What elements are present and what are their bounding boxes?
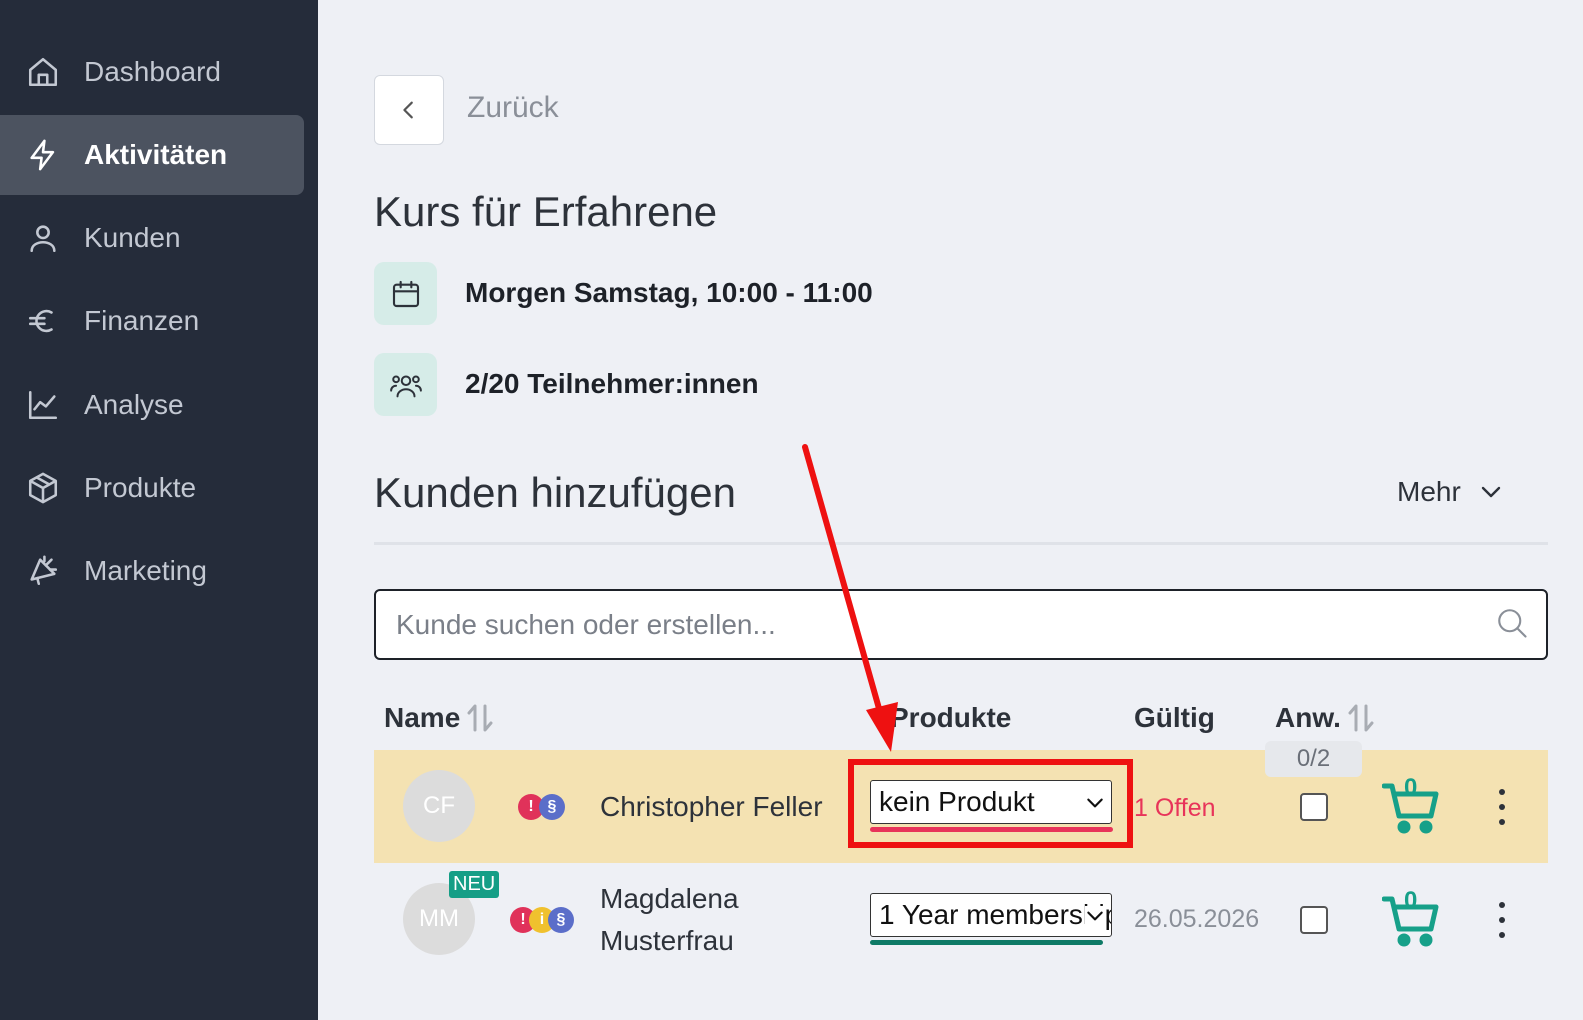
sort-icon[interactable] (466, 703, 494, 733)
calendar-icon-box (374, 262, 437, 325)
users-icon (389, 375, 422, 397)
event-datetime: Morgen Samstag, 10:00 - 11:00 (465, 277, 873, 308)
column-header-attendance[interactable]: Anw. (1275, 702, 1375, 734)
sort-icon[interactable] (1347, 703, 1375, 733)
valid-date: 26.05.2026 (1134, 905, 1260, 933)
euro-icon (26, 304, 60, 338)
sidebar-item-aktivitaeten[interactable]: Aktivitäten (0, 115, 304, 195)
sidebar-item-label: Finanzen (84, 305, 200, 336)
back-label[interactable]: Zurück (467, 91, 559, 125)
cart-count: 0 (1404, 774, 1418, 801)
column-header-attendance-label: Anw. (1275, 702, 1341, 733)
annotation-highlight-box (848, 759, 1133, 848)
sidebar-item-label: Dashboard (84, 56, 221, 87)
column-header-products: Produkte (890, 702, 1012, 733)
sidebar-item-analyse[interactable]: Analyse (0, 365, 304, 445)
cart-button[interactable]: 0 (1381, 887, 1440, 949)
search-input[interactable] (396, 591, 1476, 658)
customer-name[interactable]: Magdalena Musterfrau (600, 878, 739, 962)
avatar: CF (403, 770, 475, 842)
user-icon (26, 221, 60, 255)
attendance-checkbox[interactable] (1300, 793, 1328, 821)
box-icon (26, 471, 60, 505)
chevron-down-icon (1481, 486, 1500, 498)
sidebar-item-label: Produkte (84, 472, 197, 503)
home-icon (26, 55, 60, 89)
customer-last-name: Musterfrau (600, 925, 734, 956)
more-options-icon[interactable] (1492, 902, 1512, 938)
sidebar-item-kunden[interactable]: Kunden (0, 198, 304, 278)
chevron-down-icon (1085, 906, 1105, 926)
more-options-icon[interactable] (1492, 789, 1512, 825)
participants-count: 2/20 Teilnehmer:innen (465, 368, 759, 399)
page-title: Kurs für Erfahrene (374, 188, 718, 235)
cart-count: 0 (1404, 887, 1418, 914)
sidebar-item-label: Aktivitäten (84, 139, 228, 170)
chevron-left-icon (403, 101, 413, 119)
legal-flag-icon: § (548, 907, 574, 933)
more-dropdown[interactable]: Mehr (1397, 476, 1503, 508)
sidebar-item-label: Analyse (84, 389, 184, 420)
lightning-icon (26, 138, 60, 172)
sidebar-item-label: Kunden (84, 222, 181, 253)
product-select-value: 1 Year membership (879, 899, 1112, 930)
valid-status: 1 Offen (1134, 794, 1216, 822)
back-button[interactable] (374, 75, 444, 145)
sidebar-item-label: Marketing (84, 555, 207, 586)
legal-flag-icon: § (539, 794, 565, 820)
customer-first-name: Magdalena (600, 883, 739, 914)
chart-icon (26, 388, 60, 422)
sidebar: Dashboard Aktivitäten Kunden Finanzen An… (0, 0, 318, 1020)
attendance-count-badge: 0/2 (1265, 741, 1362, 777)
cart-button[interactable]: 0 (1381, 774, 1440, 836)
participants-icon-box (374, 353, 437, 416)
sidebar-item-produkte[interactable]: Produkte (0, 448, 304, 528)
sidebar-item-finanzen[interactable]: Finanzen (0, 281, 304, 361)
product-select[interactable]: 1 Year membership (870, 893, 1112, 937)
sidebar-item-dashboard[interactable]: Dashboard (0, 32, 304, 112)
sidebar-item-marketing[interactable]: Marketing (0, 531, 304, 611)
column-header-name[interactable]: Name (384, 702, 494, 734)
section-divider (374, 542, 1548, 545)
product-status-bar (870, 940, 1103, 945)
column-header-valid: Gültig (1134, 702, 1215, 733)
calendar-icon (392, 280, 419, 307)
column-header-name-label: Name (384, 702, 461, 733)
attendance-checkbox[interactable] (1300, 906, 1328, 934)
customer-name[interactable]: Christopher Feller (600, 786, 823, 828)
section-title: Kunden hinzufügen (374, 469, 736, 516)
search-icon[interactable] (1494, 605, 1530, 641)
megaphone-icon (26, 554, 60, 588)
new-badge: NEU (449, 871, 500, 898)
customer-search (374, 589, 1548, 660)
more-label: Mehr (1397, 476, 1461, 507)
